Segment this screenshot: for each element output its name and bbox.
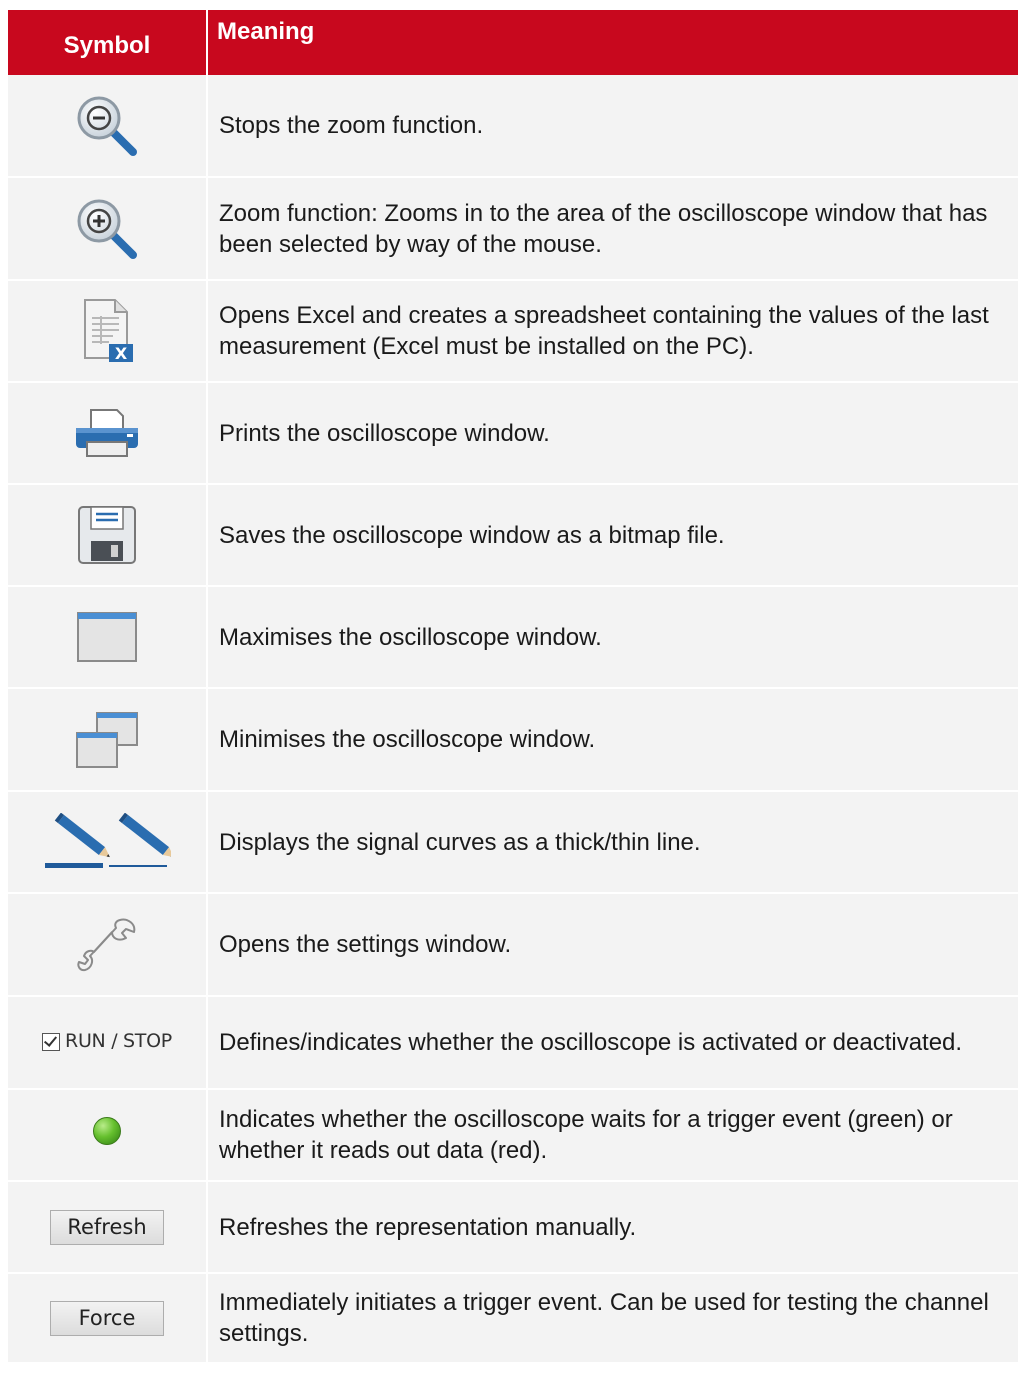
meaning-cell: Prints the oscilloscope window. bbox=[207, 382, 1018, 485]
meaning-cell: Immediately initiates a trigger event. C… bbox=[207, 1273, 1018, 1364]
symbol-cell bbox=[8, 177, 208, 281]
meaning-cell: Zoom function: Zooms in to the area of t… bbox=[207, 177, 1018, 281]
meaning-cell: Maximises the oscilloscope window. bbox=[207, 586, 1018, 689]
symbol-cell: RUN / STOP bbox=[8, 996, 208, 1090]
table-row: Opens the settings window. bbox=[8, 893, 1018, 997]
table-row: Maximises the oscilloscope window. bbox=[8, 586, 1018, 689]
table-row: RUN / STOP Defines/indicates whether the… bbox=[8, 996, 1018, 1090]
table-header-row: Symbol Meaning bbox=[8, 10, 1018, 75]
meaning-column-header: Meaning bbox=[207, 10, 1018, 75]
run-stop-label: RUN / STOP bbox=[65, 1030, 172, 1053]
symbol-column-header: Symbol bbox=[8, 10, 208, 75]
refresh-button[interactable]: Refresh bbox=[50, 1209, 164, 1245]
svg-text:X: X bbox=[115, 344, 128, 363]
symbol-cell bbox=[8, 75, 208, 178]
meaning-cell: Opens Excel and creates a spreadsheet co… bbox=[207, 280, 1018, 383]
symbol-cell bbox=[8, 791, 208, 894]
table-row: Prints the oscilloscope window. bbox=[8, 382, 1018, 485]
symbol-cell bbox=[8, 893, 208, 997]
save-icon bbox=[78, 506, 136, 564]
table-row: Displays the signal curves as a thick/th… bbox=[8, 791, 1018, 894]
printer-icon bbox=[76, 409, 138, 457]
table-row: Force Immediately initiates a trigger ev… bbox=[8, 1273, 1018, 1364]
symbol-cell bbox=[8, 688, 208, 792]
maximize-window-icon bbox=[77, 612, 137, 662]
symbol-cell: Force bbox=[8, 1273, 208, 1364]
zoom-in-icon bbox=[77, 199, 137, 259]
meaning-cell: Displays the signal curves as a thick/th… bbox=[207, 791, 1018, 894]
table-row: X Opens Excel and creates a spreadsheet … bbox=[8, 280, 1018, 383]
symbol-cell: Refresh bbox=[8, 1181, 208, 1274]
symbol-cell: X bbox=[8, 280, 208, 383]
line-thickness-icon bbox=[45, 813, 171, 868]
status-led-icon bbox=[93, 1117, 121, 1145]
meaning-cell: Minimises the oscilloscope window. bbox=[207, 688, 1018, 792]
minimize-window-icon bbox=[76, 711, 138, 768]
meaning-cell: Refreshes the representation manually. bbox=[207, 1181, 1018, 1274]
symbol-table: Symbol Meaning Stops the zoom function. bbox=[8, 10, 1018, 1364]
run-stop-checkbox[interactable]: RUN / STOP bbox=[42, 1026, 172, 1057]
checkbox-checked-icon bbox=[42, 1032, 61, 1051]
meaning-cell: Saves the oscilloscope window as a bitma… bbox=[207, 484, 1018, 587]
symbol-cell bbox=[8, 382, 208, 485]
table-row: Refresh Refreshes the representation man… bbox=[8, 1181, 1018, 1274]
meaning-cell: Opens the settings window. bbox=[207, 893, 1018, 997]
symbol-cell bbox=[8, 484, 208, 587]
symbol-cell bbox=[8, 1089, 208, 1182]
wrench-icon bbox=[77, 918, 136, 971]
meaning-cell: Defines/indicates whether the oscillosco… bbox=[207, 996, 1018, 1090]
table-row: Stops the zoom function. bbox=[8, 75, 1018, 178]
zoom-out-icon bbox=[77, 96, 137, 156]
table-row: Saves the oscilloscope window as a bitma… bbox=[8, 484, 1018, 587]
meaning-cell: Indicates whether the oscilloscope waits… bbox=[207, 1089, 1018, 1182]
meaning-cell: Stops the zoom function. bbox=[207, 75, 1018, 178]
force-button[interactable]: Force bbox=[50, 1300, 164, 1336]
table-row: Zoom function: Zooms in to the area of t… bbox=[8, 177, 1018, 281]
symbol-cell bbox=[8, 586, 208, 689]
excel-export-icon: X bbox=[84, 299, 133, 363]
table-row: Indicates whether the oscilloscope waits… bbox=[8, 1089, 1018, 1182]
table-row: Minimises the oscilloscope window. bbox=[8, 688, 1018, 792]
